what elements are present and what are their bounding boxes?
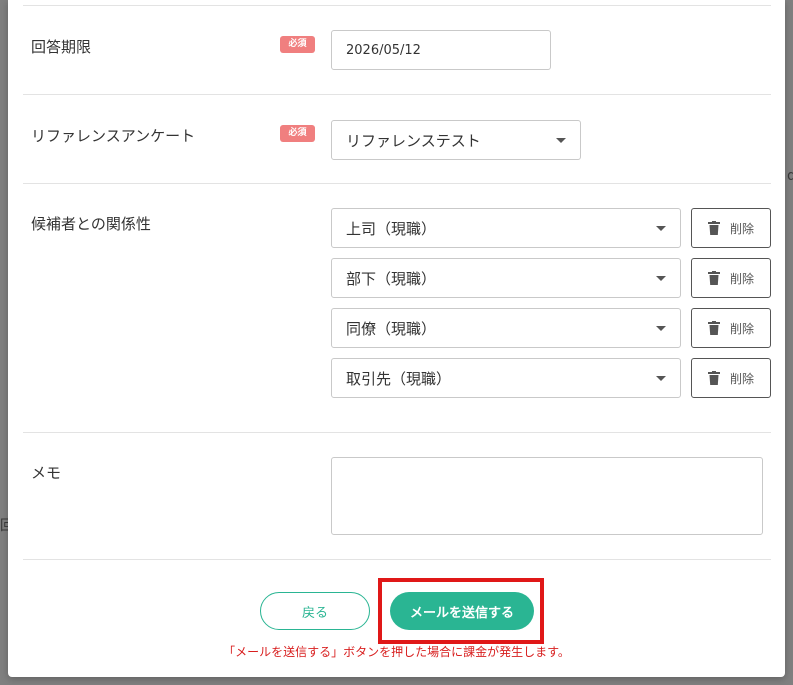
deadline-label: 回答期限	[31, 38, 92, 56]
highlight-box	[378, 578, 544, 644]
memo-row: メモ	[23, 432, 771, 560]
delete-relationship-button[interactable]: 削除	[691, 358, 771, 398]
trash-icon	[707, 321, 720, 335]
relationship-select-value: 取引先（現職）	[346, 369, 452, 388]
relationship-label: 候補者との関係性	[31, 215, 151, 233]
relationship-select[interactable]: 部下（現職）	[331, 258, 681, 298]
delete-button-label: 削除	[729, 221, 754, 236]
chevron-down-icon	[656, 326, 666, 331]
relationship-select-value: 同僚（現職）	[346, 319, 437, 338]
relationship-select-value: 部下（現職）	[346, 269, 437, 288]
relationship-select[interactable]: 取引先（現職）	[331, 358, 681, 398]
chevron-down-icon	[556, 138, 566, 143]
delete-relationship-button[interactable]: 削除	[691, 258, 771, 298]
send-reference-modal: 回答期限 必須 2026/05/12 リファレンスアンケート 必須 リファレンス…	[8, 0, 785, 677]
delete-relationship-button[interactable]: 削除	[691, 208, 771, 248]
required-badge: 必須	[280, 36, 315, 53]
relationship-select[interactable]: 上司（現職）	[331, 208, 681, 248]
divider	[23, 559, 771, 560]
relationship-row: 候補者との関係性 上司（現職） 削除 部下（現職） 削除 同僚（現職） 削除 取…	[23, 183, 771, 433]
survey-select[interactable]: リファレンステスト	[331, 120, 581, 160]
delete-button-label: 削除	[729, 321, 754, 336]
survey-select-value: リファレンステスト	[346, 131, 481, 150]
trash-icon	[707, 271, 720, 285]
trash-icon	[707, 371, 720, 385]
chevron-down-icon	[656, 276, 666, 281]
chevron-down-icon	[656, 376, 666, 381]
billing-notice: 「メールを送信する」ボタンを押した場合に課金が発生します。	[223, 645, 570, 659]
deadline-date-input[interactable]: 2026/05/12	[331, 30, 551, 70]
delete-button-label: 削除	[729, 371, 754, 386]
delete-button-label: 削除	[729, 271, 754, 286]
back-button[interactable]: 戻る	[260, 592, 370, 630]
deadline-date-value: 2026/05/12	[346, 42, 421, 58]
deadline-row: 回答期限 必須 2026/05/12	[23, 5, 771, 95]
memo-textarea[interactable]	[331, 457, 763, 535]
delete-relationship-button[interactable]: 削除	[691, 308, 771, 348]
memo-label: メモ	[31, 464, 62, 482]
relationship-select[interactable]: 同僚（現職）	[331, 308, 681, 348]
trash-icon	[707, 221, 720, 235]
survey-row: リファレンスアンケート 必須 リファレンステスト	[23, 94, 771, 184]
required-badge: 必須	[280, 125, 315, 142]
background-fragment-right: d	[787, 168, 793, 184]
chevron-down-icon	[656, 226, 666, 231]
relationship-select-value: 上司（現職）	[346, 219, 437, 238]
survey-label: リファレンスアンケート	[31, 127, 196, 145]
